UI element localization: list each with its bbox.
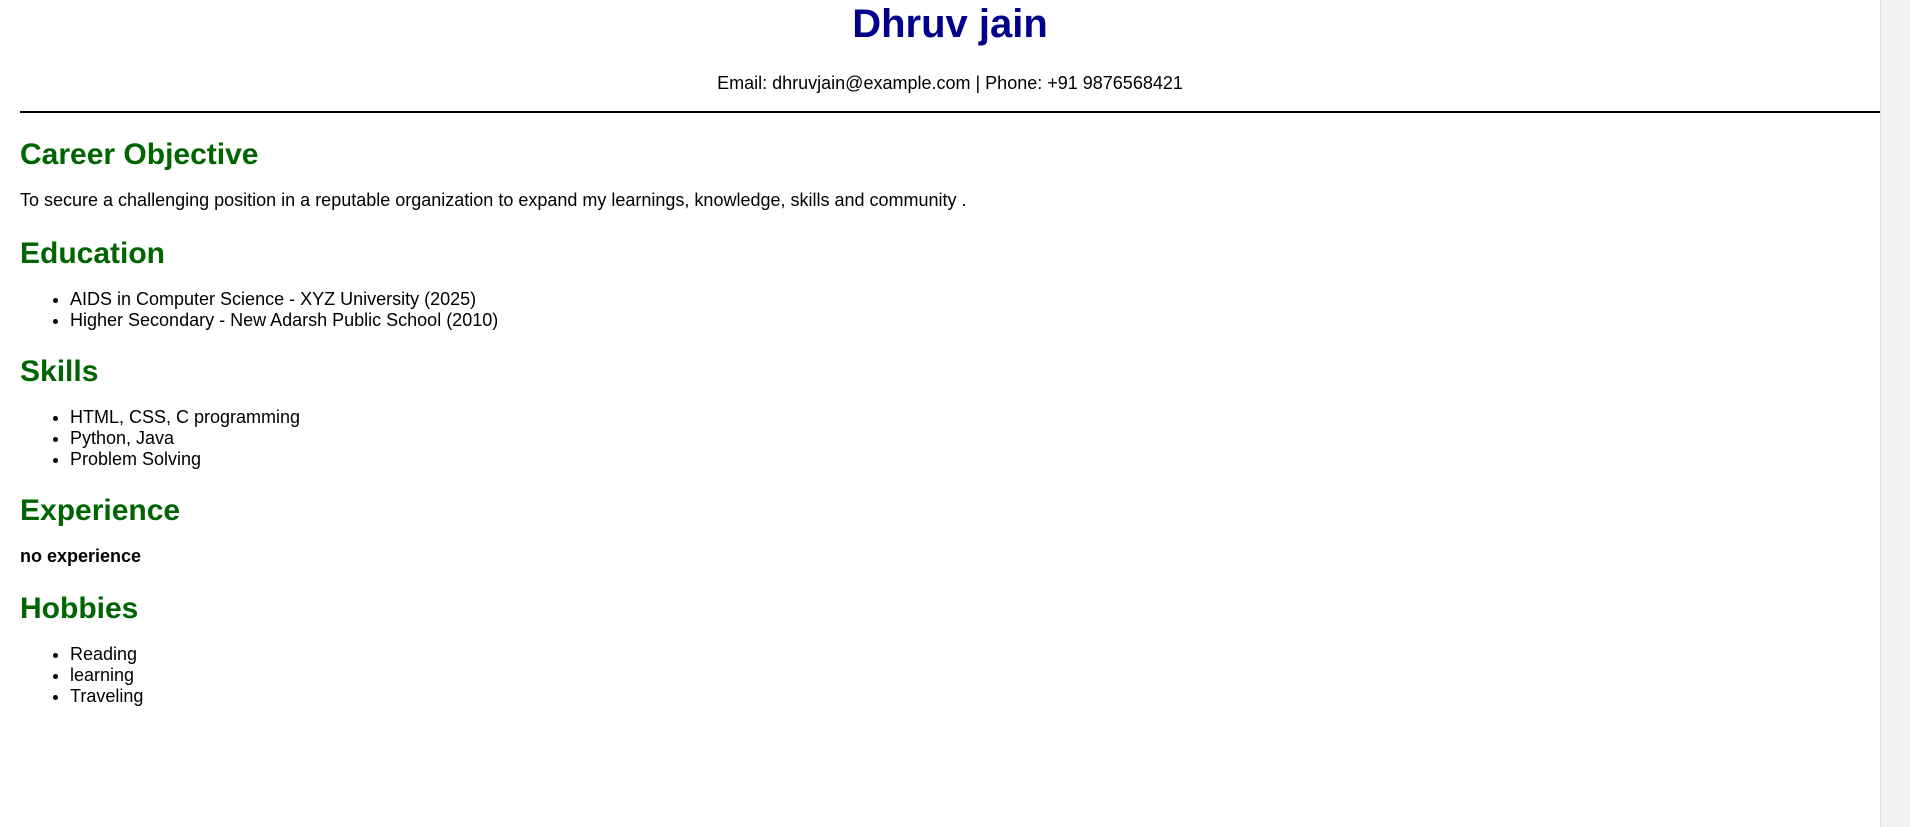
career-objective-heading: Career Objective: [20, 138, 259, 171]
resume-page: Dhruv jain Email: dhruvjain@example.com …: [0, 0, 1880, 827]
hobby-item: Traveling: [70, 686, 1850, 707]
resume-header: Dhruv jain Email: dhruvjain@example.com …: [20, 0, 1880, 93]
education-section: Education AIDS in Computer Science - XYZ…: [20, 236, 1850, 331]
hobbies-section: Hobbies Reading learning Traveling: [20, 591, 1850, 707]
education-list: AIDS in Computer Science - XYZ Universit…: [20, 289, 1850, 331]
hobby-item: Reading: [70, 644, 1850, 665]
education-item: AIDS in Computer Science - XYZ Universit…: [70, 289, 1850, 310]
hobby-item: learning: [70, 665, 1850, 686]
vertical-scrollbar[interactable]: [1880, 0, 1910, 827]
experience-heading: Experience: [20, 494, 181, 527]
skills-heading: Skills: [20, 355, 99, 388]
skills-section: Skills HTML, CSS, C programming Python, …: [20, 354, 1850, 470]
experience-section: Experience no experience: [20, 493, 1850, 567]
candidate-name: Dhruv jain: [852, 2, 1048, 46]
education-heading: Education: [20, 237, 166, 270]
experience-text: no experience: [20, 546, 142, 566]
hobbies-heading: Hobbies: [20, 592, 139, 625]
skills-list: HTML, CSS, C programming Python, Java Pr…: [20, 407, 1850, 470]
skill-item: Python, Java: [70, 428, 1850, 449]
header-divider: [20, 111, 1880, 113]
career-objective-text: To secure a challenging position in a re…: [20, 190, 967, 210]
skill-item: HTML, CSS, C programming: [70, 407, 1850, 428]
hobbies-list: Reading learning Traveling: [20, 644, 1850, 707]
education-item: Higher Secondary - New Adarsh Public Sch…: [70, 310, 1850, 331]
contact-info: Email: dhruvjain@example.com | Phone: +9…: [717, 73, 1183, 93]
skill-item: Problem Solving: [70, 449, 1850, 470]
career-objective-section: Career Objective To secure a challenging…: [20, 137, 1850, 211]
